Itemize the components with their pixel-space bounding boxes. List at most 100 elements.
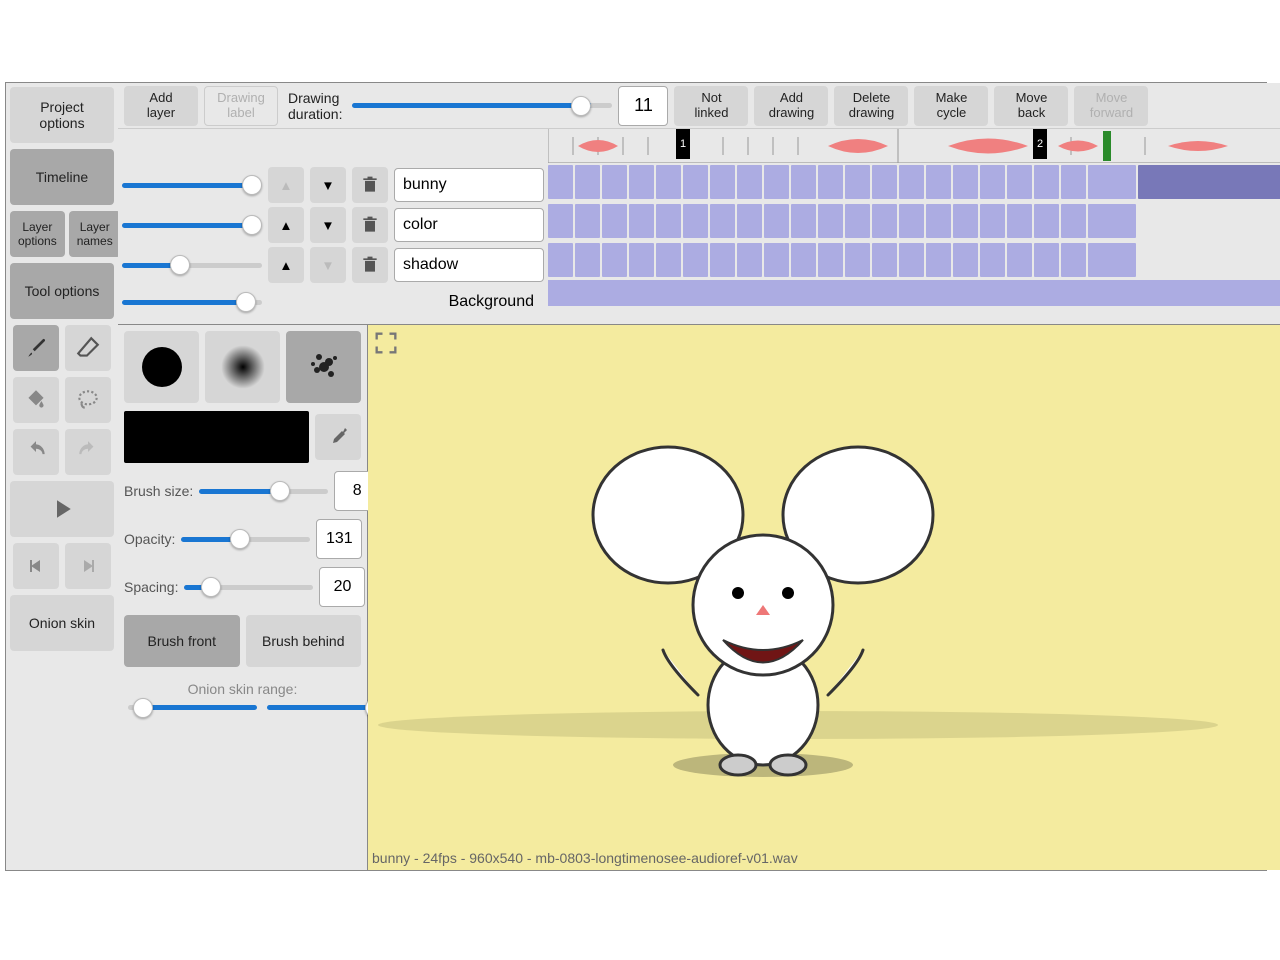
trash-icon (360, 215, 380, 235)
delete-drawing-button[interactable]: Delete drawing (834, 86, 908, 126)
layer-name-color[interactable]: color (394, 208, 544, 242)
opacity-value[interactable] (316, 519, 362, 559)
brush-icon (23, 335, 49, 361)
arrow-up-icon: ▲ (279, 178, 292, 193)
layer-down-color[interactable]: ▼ (310, 207, 346, 243)
layer-row-bunny: ▲ ▼ bunny (122, 167, 544, 203)
spacing-value[interactable] (319, 567, 365, 607)
timeline-panel: ▲ ▼ bunny ▲ ▼ color ▲ ▼ shado (118, 129, 1280, 325)
add-drawing-button[interactable]: Add drawing (754, 86, 828, 126)
app-window: Project options Timeline Layer options L… (5, 82, 1267, 871)
layer-up-shadow[interactable]: ▲ (268, 247, 304, 283)
left-sidebar: Project options Timeline Layer options L… (6, 83, 118, 870)
onion-range-label: Onion skin range: (124, 681, 361, 697)
move-forward-button[interactable]: Move forward (1074, 86, 1148, 126)
brush-size-label: Brush size: (124, 483, 193, 499)
add-layer-button[interactable]: Add layer (124, 86, 198, 126)
fill-tool-button[interactable] (13, 377, 59, 423)
eyedropper-button[interactable] (315, 414, 361, 460)
redo-button[interactable] (65, 429, 111, 475)
layer-up-color[interactable]: ▲ (268, 207, 304, 243)
layer-down-bunny[interactable]: ▼ (310, 167, 346, 203)
layer-up-bunny[interactable]: ▲ (268, 167, 304, 203)
layer-delete-color[interactable] (352, 207, 388, 243)
mid-section: Brush size: Opacity: Spacing: Brush fron… (118, 325, 1280, 870)
next-icon (76, 554, 100, 578)
arrow-up-icon: ▲ (279, 218, 292, 233)
eraser-icon (75, 335, 101, 361)
layer-delete-bunny[interactable] (352, 167, 388, 203)
duration-label: Drawing duration: (284, 90, 346, 122)
make-cycle-button[interactable]: Make cycle (914, 86, 988, 126)
undo-icon (23, 439, 49, 465)
layer-delete-shadow[interactable] (352, 247, 388, 283)
opacity-label: Opacity: (124, 531, 175, 547)
brush-preset-textured[interactable] (286, 331, 361, 403)
tool-options-button[interactable]: Tool options (10, 263, 114, 319)
fill-icon (23, 387, 49, 413)
redo-icon (75, 439, 101, 465)
timeline-button[interactable]: Timeline (10, 149, 114, 205)
frames-shadow[interactable] (548, 241, 1280, 277)
brush-preset-hard[interactable] (124, 331, 199, 403)
layer-opacity-bunny[interactable] (122, 183, 262, 188)
brush-front-button[interactable]: Brush front (124, 615, 240, 667)
frames-color[interactable] (548, 202, 1280, 238)
timeline-marker-2[interactable]: 2 (1033, 129, 1047, 159)
prev-icon (24, 554, 48, 578)
frames-background[interactable] (548, 280, 1280, 306)
spacing-slider[interactable] (184, 585, 313, 590)
top-toolbar: Add layer Drawing label Drawing duration… (118, 83, 1280, 129)
timeline-frames[interactable]: 1 2 (548, 129, 1280, 324)
background-label: Background (268, 288, 544, 316)
brush-size-slider[interactable] (199, 489, 328, 494)
trash-icon (360, 175, 380, 195)
arrow-up-icon: ▲ (279, 258, 292, 273)
layer-options-button[interactable]: Layer options (10, 211, 65, 257)
layer-name-bunny[interactable]: bunny (394, 168, 544, 202)
layer-opacity-bg[interactable] (122, 300, 262, 305)
layer-names-button[interactable]: Layer names (69, 211, 121, 257)
onion-skin-button[interactable]: Onion skin (10, 595, 114, 651)
duration-slider[interactable] (352, 103, 612, 108)
layer-row-color: ▲ ▼ color (122, 207, 544, 243)
layer-opacity-color[interactable] (122, 223, 262, 228)
trash-icon (360, 255, 380, 275)
onion-before-slider[interactable] (128, 705, 257, 710)
arrow-down-icon: ▼ (321, 218, 334, 233)
layer-opacity-shadow[interactable] (122, 263, 262, 268)
drawing-label-button[interactable]: Drawing label (204, 86, 278, 126)
canvas-artwork (368, 325, 1268, 845)
not-linked-button[interactable]: Not linked (674, 86, 748, 126)
frames-bunny[interactable] (548, 163, 1280, 199)
play-button[interactable] (10, 481, 114, 537)
lasso-icon (75, 387, 101, 413)
spacing-label: Spacing: (124, 579, 178, 595)
arrow-down-icon: ▼ (321, 258, 334, 273)
main-area: Add layer Drawing label Drawing duration… (118, 83, 1280, 870)
brush-behind-button[interactable]: Brush behind (246, 615, 362, 667)
arrow-down-icon: ▼ (321, 178, 334, 193)
fullscreen-icon[interactable] (372, 329, 400, 357)
tool-panel: Brush size: Opacity: Spacing: Brush fron… (118, 325, 368, 870)
layer-name-shadow[interactable]: shadow (394, 248, 544, 282)
next-frame-button[interactable] (65, 543, 111, 589)
duration-value[interactable] (618, 86, 668, 126)
audio-waveform[interactable]: 1 2 (548, 129, 1280, 163)
opacity-slider[interactable] (181, 537, 310, 542)
undo-button[interactable] (13, 429, 59, 475)
brush-tool-button[interactable] (13, 325, 59, 371)
layer-down-shadow[interactable]: ▼ (310, 247, 346, 283)
eyedropper-icon (326, 425, 350, 449)
play-icon (47, 494, 77, 524)
canvas[interactable]: bunny - 24fps - 960x540 - mb-0803-longti… (368, 325, 1280, 870)
project-options-button[interactable]: Project options (10, 87, 114, 143)
lasso-tool-button[interactable] (65, 377, 111, 423)
layer-row-shadow: ▲ ▼ shadow (122, 247, 544, 283)
color-swatch[interactable] (124, 411, 309, 463)
timeline-marker-1[interactable]: 1 (676, 129, 690, 159)
move-back-button[interactable]: Move back (994, 86, 1068, 126)
eraser-tool-button[interactable] (65, 325, 111, 371)
prev-frame-button[interactable] (13, 543, 59, 589)
brush-preset-soft[interactable] (205, 331, 280, 403)
